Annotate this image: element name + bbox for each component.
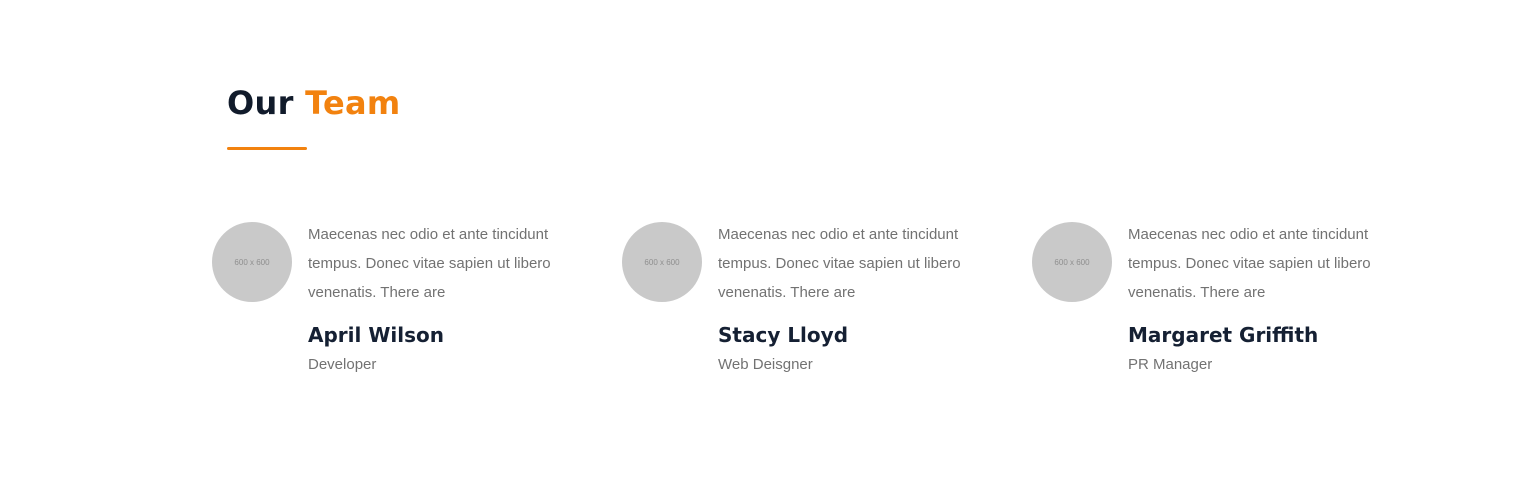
member-bio: Maecenas nec odio et ante tincidunt temp… <box>1128 226 1371 301</box>
team-member-card: 600 x 600 Maecenas nec odio et ante tinc… <box>622 222 1012 392</box>
avatar-placeholder-text: 600 x 600 <box>644 257 680 267</box>
member-name[interactable]: April Wilson <box>308 321 588 349</box>
avatar[interactable]: 600 x 600 <box>1032 222 1112 302</box>
member-info: Maecenas nec odio et ante tincidunt temp… <box>718 222 998 375</box>
section-title: Our Team <box>227 80 401 126</box>
section-title-prefix: Our <box>227 84 294 122</box>
member-name[interactable]: Margaret Griffith <box>1128 321 1408 349</box>
member-role: PR Manager <box>1128 356 1213 373</box>
member-role: Web Deisgner <box>718 356 813 373</box>
member-info: Maecenas nec odio et ante tincidunt temp… <box>1128 222 1408 375</box>
avatar[interactable]: 600 x 600 <box>622 222 702 302</box>
member-name[interactable]: Stacy Lloyd <box>718 321 998 349</box>
title-underline <box>227 147 307 150</box>
avatar[interactable]: 600 x 600 <box>212 222 292 302</box>
section-title-accent: Team <box>305 84 401 122</box>
avatar-placeholder-text: 600 x 600 <box>1054 257 1090 267</box>
avatar-placeholder-text: 600 x 600 <box>234 257 270 267</box>
member-role: Developer <box>308 356 377 373</box>
team-member-card: 600 x 600 Maecenas nec odio et ante tinc… <box>212 222 602 392</box>
member-info: Maecenas nec odio et ante tincidunt temp… <box>308 222 588 375</box>
member-bio: Maecenas nec odio et ante tincidunt temp… <box>718 226 961 301</box>
team-member-card: 600 x 600 Maecenas nec odio et ante tinc… <box>1032 222 1422 392</box>
member-bio: Maecenas nec odio et ante tincidunt temp… <box>308 226 551 301</box>
